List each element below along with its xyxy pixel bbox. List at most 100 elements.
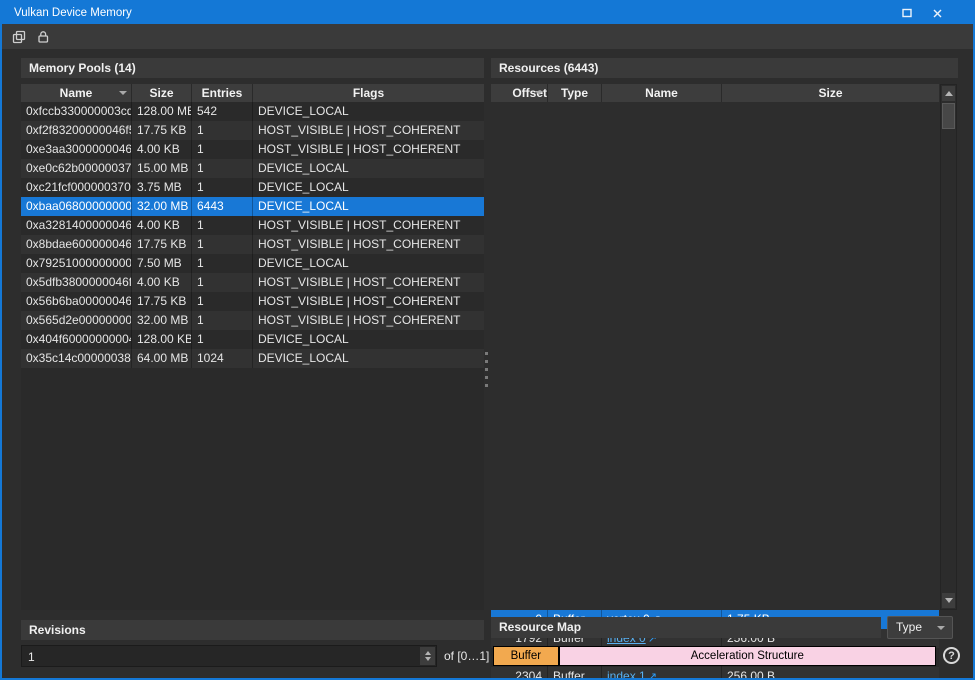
- pool-flags: HOST_VISIBLE | HOST_COHERENT: [253, 140, 484, 159]
- pool-entries: 1: [192, 235, 253, 254]
- pool-name: 0x35c14c00000038d1: [21, 349, 132, 368]
- resource-row[interactable]: 2304Bufferindex 1↗256.00 B: [491, 667, 939, 680]
- panel-splitter[interactable]: [484, 352, 488, 392]
- pool-name: 0xc21fcf000000370b: [21, 178, 132, 197]
- memory-pools-body: 0xfccb330000003cd2128.00 MB542DEVICE_LOC…: [21, 102, 484, 610]
- spin-up-icon[interactable]: [425, 651, 431, 655]
- pool-size: 3.75 MB: [132, 178, 192, 197]
- pool-name: 0x56b6ba00000046fd: [21, 292, 132, 311]
- scroll-down-icon[interactable]: [942, 593, 955, 608]
- resource-map-legend: BufferAcceleration Structure: [493, 646, 936, 666]
- pool-size: 17.75 KB: [132, 235, 192, 254]
- pool-entries: 1: [192, 121, 253, 140]
- pool-flags: HOST_VISIBLE | HOST_COHERENT: [253, 235, 484, 254]
- pool-entries: 1: [192, 216, 253, 235]
- pool-flags: DEVICE_LOCAL: [253, 254, 484, 273]
- chevron-down-icon: [937, 626, 945, 630]
- lock-icon[interactable]: [34, 28, 52, 46]
- pool-size: 32.00 MB: [132, 311, 192, 330]
- type-filter-label: Type: [896, 620, 922, 634]
- scroll-up-icon[interactable]: [942, 86, 955, 101]
- pool-size: 17.75 KB: [132, 292, 192, 311]
- memory-pools-header: Memory Pools (14): [21, 58, 484, 78]
- pool-size: 7.50 MB: [132, 254, 192, 273]
- memory-pool-row[interactable]: 0xf2f83200000046f517.75 KB1HOST_VISIBLE …: [21, 121, 484, 140]
- revisions-header: Revisions: [21, 620, 484, 640]
- legend-segment-acceleration-structure[interactable]: Acceleration Structure: [560, 647, 935, 665]
- pool-name: 0x8bdae600000046f9: [21, 235, 132, 254]
- pool-size: 4.00 KB: [132, 273, 192, 292]
- memory-pool-row[interactable]: 0xfccb330000003cd2128.00 MB542DEVICE_LOC…: [21, 102, 484, 121]
- memory-pools-headrow: Name Size Entries Flags: [21, 84, 484, 102]
- memory-pool-row[interactable]: 0x565d2e000000004b32.00 MB1HOST_VISIBLE …: [21, 311, 484, 330]
- legend-segment-buffer[interactable]: Buffer: [494, 647, 560, 665]
- column-label: Flags: [353, 86, 384, 100]
- pool-entries: 1: [192, 178, 253, 197]
- memory-pool-row[interactable]: 0x56b6ba00000046fd17.75 KB1HOST_VISIBLE …: [21, 292, 484, 311]
- column-label: Size: [818, 86, 842, 100]
- revision-range-label: of [0…1]: [444, 645, 489, 667]
- pool-name: 0xfccb330000003cd2: [21, 102, 132, 121]
- pool-name: 0x565d2e000000004b: [21, 311, 132, 330]
- scrollbar-thumb[interactable]: [942, 103, 955, 129]
- open-new-window-icon[interactable]: [10, 28, 28, 46]
- pool-size: 4.00 KB: [132, 140, 192, 159]
- type-filter-dropdown[interactable]: Type: [887, 616, 953, 639]
- revision-spinbox[interactable]: 1: [21, 645, 437, 667]
- memory-pool-row[interactable]: 0xe0c62b000000370715.00 MB1DEVICE_LOCAL: [21, 159, 484, 178]
- maximize-icon[interactable]: [899, 5, 915, 21]
- vulkan-device-memory-window: Vulkan Device Memory Memory Pools (14) N…: [0, 0, 975, 680]
- pool-entries: 1: [192, 311, 253, 330]
- column-header-entries[interactable]: Entries: [192, 84, 253, 102]
- pool-name: 0xe3aa3000000046f7: [21, 140, 132, 159]
- spinner-buttons[interactable]: [420, 647, 435, 665]
- column-label: Entries: [202, 86, 243, 100]
- pool-size: 15.00 MB: [132, 159, 192, 178]
- column-header-name[interactable]: Name: [602, 84, 722, 102]
- pool-flags: DEVICE_LOCAL: [253, 159, 484, 178]
- column-header-size[interactable]: Size: [722, 84, 939, 102]
- memory-pool-row[interactable]: 0x35c14c00000038d164.00 MB1024DEVICE_LOC…: [21, 349, 484, 368]
- column-label: Name: [60, 86, 93, 100]
- goto-resource-icon[interactable]: ↗: [648, 671, 657, 680]
- pool-entries: 542: [192, 102, 253, 121]
- resources-headrow: OffsetTypeName Size: [491, 84, 939, 102]
- title-bar[interactable]: Vulkan Device Memory: [2, 2, 973, 24]
- memory-pool-row[interactable]: 0xe3aa3000000046f74.00 KB1HOST_VISIBLE |…: [21, 140, 484, 159]
- pool-entries: 6443: [192, 197, 253, 216]
- pool-entries: 1: [192, 159, 253, 178]
- memory-pool-row[interactable]: 0x79251000000000357.50 MB1DEVICE_LOCAL: [21, 254, 484, 273]
- spin-down-icon[interactable]: [425, 657, 431, 661]
- column-header-flags[interactable]: Flags: [253, 84, 484, 102]
- pool-name: 0x404f600000000045: [21, 330, 132, 349]
- pool-flags: DEVICE_LOCAL: [253, 178, 484, 197]
- resource-type: Buffer: [548, 667, 602, 680]
- pool-size: 128.00 KB: [132, 330, 192, 349]
- memory-pool-row[interactable]: 0x5dfb3800000046ff4.00 KB1HOST_VISIBLE |…: [21, 273, 484, 292]
- pool-name: 0xe0c62b0000003707: [21, 159, 132, 178]
- help-icon[interactable]: ?: [943, 647, 960, 664]
- pool-flags: DEVICE_LOCAL: [253, 349, 484, 368]
- toolbar: [2, 24, 973, 49]
- resources-scrollbar[interactable]: [940, 84, 957, 610]
- column-header-size[interactable]: Size: [132, 84, 192, 102]
- memory-pool-row[interactable]: 0xa3281400000046fb4.00 KB1HOST_VISIBLE |…: [21, 216, 484, 235]
- close-icon[interactable]: [929, 5, 945, 21]
- pool-entries: 1024: [192, 349, 253, 368]
- column-header-type[interactable]: Type: [548, 84, 602, 102]
- memory-pool-row[interactable]: 0xbaa068000000004d32.00 MB6443DEVICE_LOC…: [21, 197, 484, 216]
- pool-entries: 1: [192, 254, 253, 273]
- pool-size: 32.00 MB: [132, 197, 192, 216]
- revision-value: 1: [28, 646, 35, 668]
- resource-link[interactable]: index 1: [607, 669, 646, 680]
- pool-entries: 1: [192, 273, 253, 292]
- pool-name: 0x7925100000000035: [21, 254, 132, 273]
- memory-pool-row[interactable]: 0x404f600000000045128.00 KB1DEVICE_LOCAL: [21, 330, 484, 349]
- memory-pool-row[interactable]: 0x8bdae600000046f917.75 KB1HOST_VISIBLE …: [21, 235, 484, 254]
- column-label: Size: [149, 86, 173, 100]
- column-header-offset[interactable]: Offset: [491, 84, 548, 102]
- resource-map-header: Resource Map: [491, 617, 881, 638]
- memory-pool-row[interactable]: 0xc21fcf000000370b3.75 MB1DEVICE_LOCAL: [21, 178, 484, 197]
- column-header-name[interactable]: Name: [21, 84, 132, 102]
- pool-entries: 1: [192, 330, 253, 349]
